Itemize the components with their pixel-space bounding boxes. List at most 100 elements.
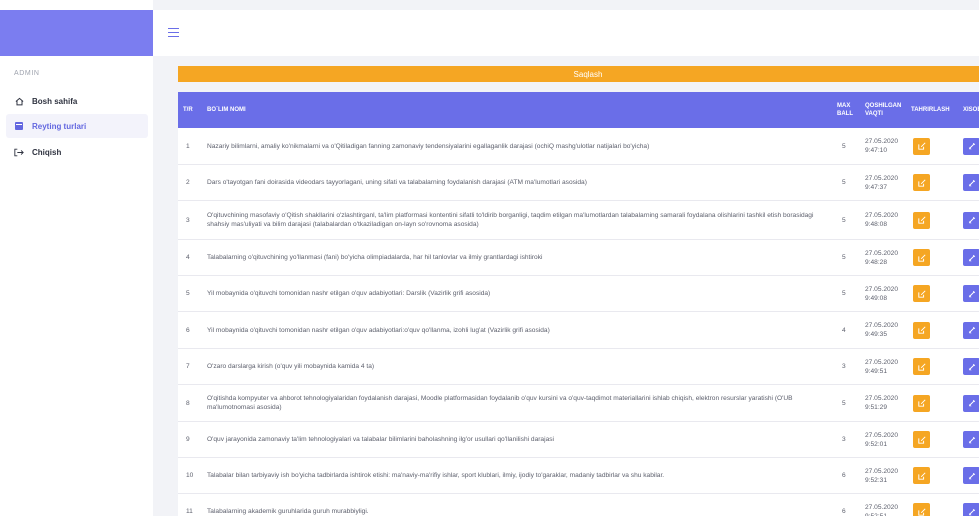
row-date: 27.05.2020 [865,431,899,439]
row-report-cell [958,349,979,384]
row-num: 11 [186,508,193,515]
row-report-cell [958,458,979,493]
table-row: 5 Yil mobaynida o'qituvchi tomonidan nash… [178,276,979,312]
row-date: 27.05.2020 [865,285,899,293]
row-name: Dars o'tayotgan fani doirasida videodars… [207,179,587,186]
pencil-icon [968,472,975,479]
report-button[interactable] [963,321,979,339]
edit-icon [917,253,926,262]
save-button[interactable]: Saqlash [178,66,979,82]
pencil-icon [968,179,975,186]
row-added-time: 27.05.2020 9:47:37 [860,165,906,200]
edit-icon [917,216,926,224]
row-num: 5 [186,290,190,297]
edit-button[interactable] [913,431,930,448]
table-row: 8 O'qitishda kompyuter va ahborot tehnolo… [178,385,979,422]
row-added-time: 27.05.2020 9:48:08 [860,201,906,239]
row-name: Yil mobaynida o'qituvchi tomonidan nashr… [207,326,550,334]
sidebar-item-logout[interactable]: Chiqish [6,140,148,164]
edit-button[interactable] [913,211,930,229]
row-added-time: 27.05.2020 9:49:51 [860,349,906,384]
row-time: 9:47:10 [865,147,887,154]
report-button[interactable] [963,249,979,266]
hamburger-icon[interactable] [168,28,179,37]
row-date: 27.05.2020 [865,138,899,145]
row-num: 1 [186,142,190,150]
edit-icon [917,142,926,150]
row-edit-cell [906,165,958,200]
row-max-ball: 5 [842,399,846,407]
row-num: 4 [186,254,190,261]
row-time: 9:49:08 [865,294,887,302]
report-button[interactable] [963,431,979,448]
report-button[interactable] [963,211,979,229]
pencil-icon [968,363,975,370]
row-num: 8 [186,399,190,407]
edit-button[interactable] [913,285,930,302]
report-button[interactable] [963,174,979,191]
row-max-ball: 5 [842,216,846,224]
row-date: 27.05.2020 [865,212,899,219]
report-button[interactable] [963,467,979,484]
edit-icon [917,399,926,407]
edit-icon [917,435,926,444]
report-button[interactable] [963,137,979,155]
row-date: 27.05.2020 [865,503,899,511]
table-row: 10 Talabalar bilan tarbiyaviy ish bo'yich… [178,458,979,494]
edit-icon [917,178,926,187]
row-num: 3 [186,216,190,224]
row-time: 9:52:01 [865,440,887,448]
table-row: 11 Talabalarning akademik guruhlarida gur… [178,494,979,516]
row-name: Talabalarning akademik guruhlarida guruh… [207,508,369,515]
row-report-cell [958,385,979,421]
edit-button[interactable] [913,394,930,412]
sidebar-item-rating-types[interactable]: Reyting turlari [6,114,148,138]
edit-button[interactable] [913,321,930,339]
row-date: 27.05.2020 [865,395,899,402]
report-button[interactable] [963,285,979,302]
calendar-icon [14,121,24,131]
edit-button[interactable] [913,503,930,516]
row-num: 6 [186,326,190,334]
row-edit-cell [906,240,958,275]
row-added-time: 27.05.2020 9:48:28 [860,240,906,275]
edit-icon [917,289,926,298]
table-row: 9 O'quv jarayonida zamonaviy ta'lim tehno… [178,422,979,458]
row-max-ball: 3 [842,436,846,443]
home-icon [14,96,24,106]
row-max-ball: 5 [842,290,846,297]
table-row: 3 O'qituvchining masofaviy o'Qitish shakl… [178,201,979,240]
row-date: 27.05.2020 [865,467,899,475]
row-name: Talabalarning o'qituvchining yo'llanmasi… [207,254,543,261]
row-report-cell [958,312,979,348]
edit-button[interactable] [913,137,930,155]
row-edit-cell [906,128,958,164]
edit-button[interactable] [913,467,930,484]
row-edit-cell [906,422,958,457]
row-name: Yil mobaynida o'qituvchi tomonidan nashr… [207,290,491,297]
row-added-time: 27.05.2020 9:52:51 [860,494,906,516]
report-button[interactable] [963,503,979,516]
pencil-icon [968,508,975,515]
pencil-icon [968,254,975,261]
table-header: T/R BO`LIM NOMI MAX BALL QOSHILGAN VAQTI… [178,92,979,128]
table-row: 6 Yil mobaynida o'qituvchi tomonidan nash… [178,312,979,349]
sidebar-item-home[interactable]: Bosh sahifa [6,89,148,113]
row-report-cell [958,165,979,200]
table-row: 1 Nazariy bilimlarni, amaliy ko'nikmalarn… [178,128,979,165]
header-date: QOSHILGAN VAQTI [865,103,902,117]
header-name: BO`LIM NOMI [207,107,246,113]
edit-button[interactable] [913,174,930,191]
edit-icon [917,471,926,480]
report-button[interactable] [963,358,979,375]
row-added-time: 27.05.2020 9:49:35 [860,312,906,348]
row-name: O'qituvchining masofaviy o'Qitish shakll… [207,212,814,228]
row-edit-cell [906,385,958,421]
edit-button[interactable] [913,358,930,375]
report-button[interactable] [963,394,979,412]
edit-button[interactable] [913,249,930,266]
row-added-time: 27.05.2020 9:52:01 [860,422,906,457]
sidebar-item-label: Chiqish [32,147,62,157]
table-row: 2 Dars o'tayotgan fani doirasida videodar… [178,165,979,201]
pencil-icon [968,399,975,407]
